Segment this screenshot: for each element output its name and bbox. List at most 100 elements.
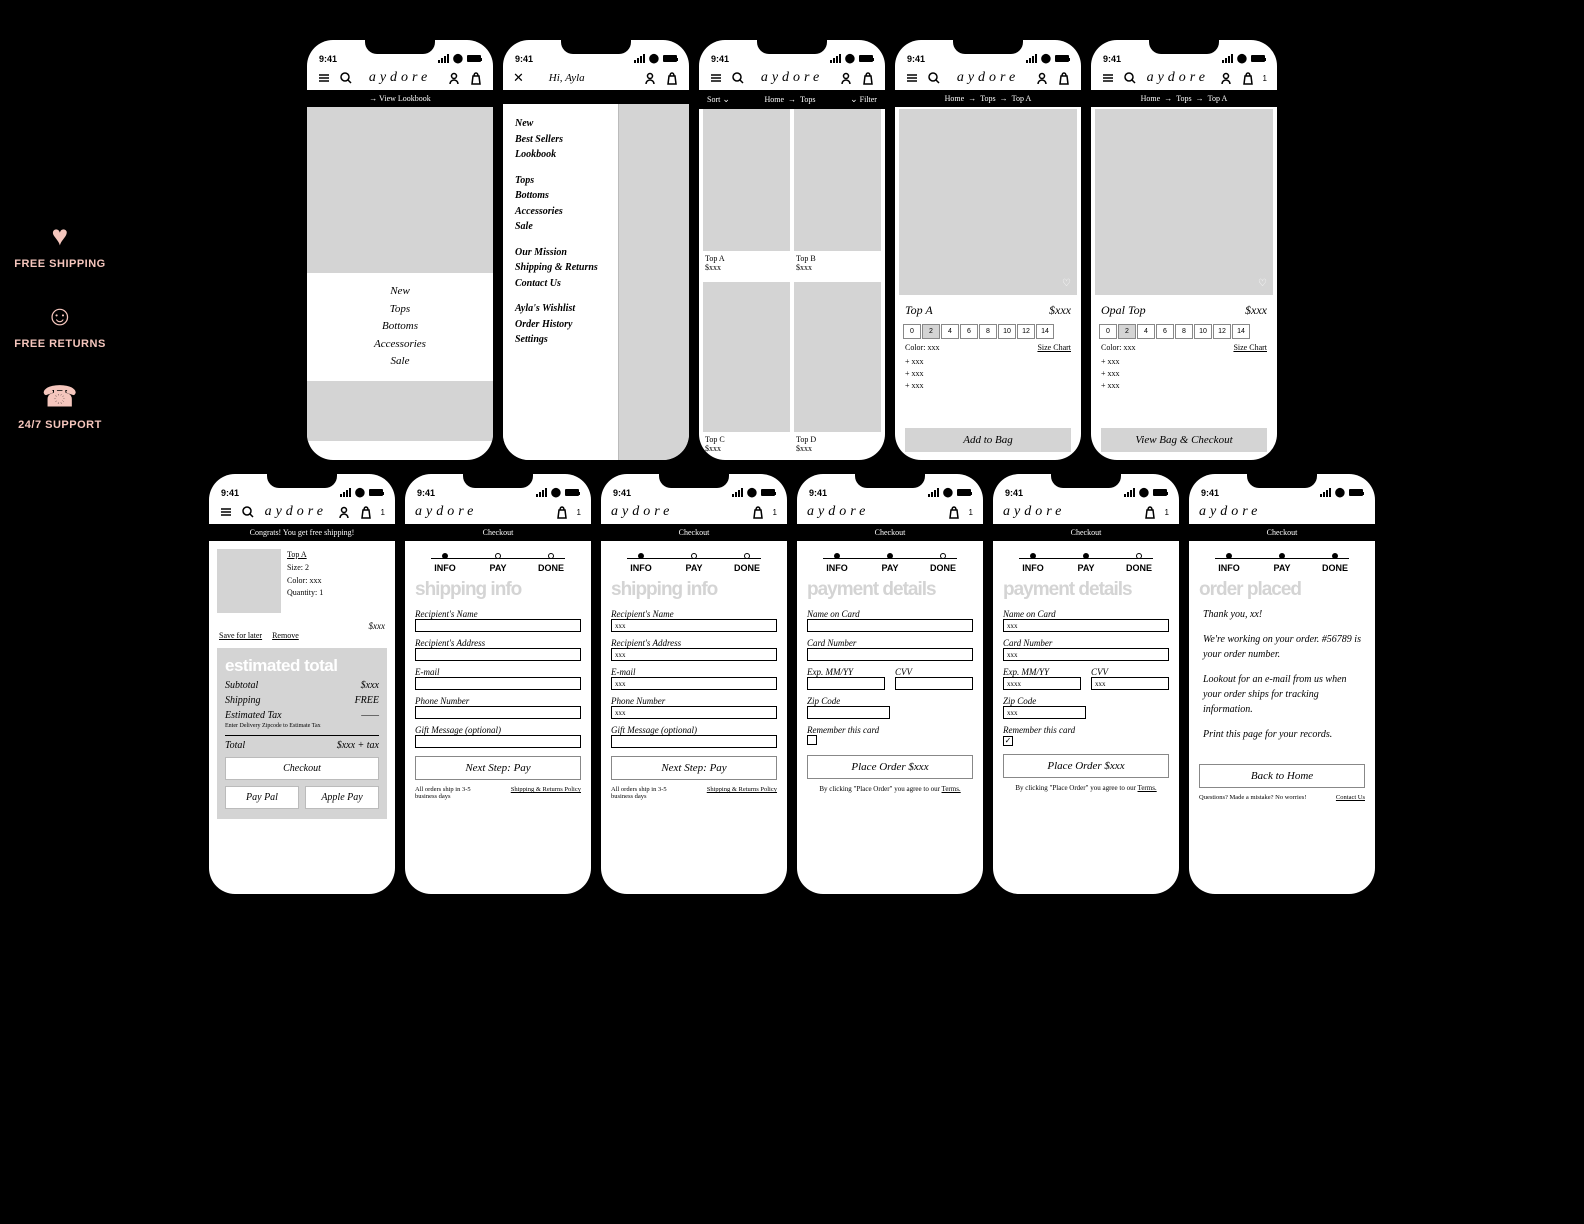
- card-number-input[interactable]: [807, 648, 973, 661]
- nav-link[interactable]: Tops: [515, 173, 606, 189]
- hamburger-icon[interactable]: [709, 71, 723, 85]
- search-icon[interactable]: [927, 71, 941, 85]
- nav-link[interactable]: Settings: [515, 332, 606, 348]
- size-option[interactable]: 6: [960, 324, 978, 339]
- bag-icon[interactable]: [469, 71, 483, 85]
- brand-logo[interactable]: aydore: [761, 70, 823, 86]
- close-icon[interactable]: ✕: [513, 70, 524, 86]
- bag-icon[interactable]: [1057, 71, 1071, 85]
- size-option[interactable]: 4: [941, 324, 959, 339]
- card-name-input[interactable]: xxx: [1003, 619, 1169, 632]
- nav-link[interactable]: Lookbook: [515, 147, 606, 163]
- lookbook-banner[interactable]: → View Lookbook: [307, 90, 493, 107]
- product-image[interactable]: ♡: [899, 109, 1077, 295]
- bag-icon[interactable]: [947, 505, 961, 519]
- next-step-button[interactable]: Next Step: Pay: [415, 756, 581, 780]
- nav-link[interactable]: Best Sellers: [515, 132, 606, 148]
- shipping-policy-link[interactable]: Shipping & Returns Policy: [707, 786, 777, 800]
- place-order-button[interactable]: Place Order $xxx: [1003, 754, 1169, 778]
- zip-input[interactable]: [807, 706, 890, 719]
- account-icon[interactable]: [643, 71, 657, 85]
- paypal-button[interactable]: Pay Pal: [225, 786, 299, 809]
- wishlist-icon[interactable]: ♡: [1258, 278, 1267, 289]
- search-icon[interactable]: [339, 71, 353, 85]
- view-bag-button[interactable]: View Bag & Checkout: [1101, 428, 1267, 452]
- nav-link[interactable]: Accessories: [515, 204, 606, 220]
- phone-input[interactable]: [415, 706, 581, 719]
- exp-input[interactable]: [807, 677, 885, 690]
- remember-checkbox[interactable]: ✓: [1003, 736, 1013, 746]
- brand-logo[interactable]: aydore: [369, 70, 431, 86]
- bag-icon[interactable]: [555, 505, 569, 519]
- cat-link[interactable]: Tops: [307, 301, 493, 319]
- search-icon[interactable]: [241, 505, 255, 519]
- product-image[interactable]: ♡: [1095, 109, 1273, 295]
- size-option[interactable]: 14: [1036, 324, 1054, 339]
- name-input[interactable]: [415, 619, 581, 632]
- product-image[interactable]: [794, 109, 881, 251]
- cat-link[interactable]: New: [307, 283, 493, 301]
- hamburger-icon[interactable]: [219, 505, 233, 519]
- name-input[interactable]: xxx: [611, 619, 777, 632]
- size-option[interactable]: 0: [903, 324, 921, 339]
- nav-link[interactable]: New: [515, 116, 606, 132]
- size-option[interactable]: 2: [922, 324, 940, 339]
- applepay-button[interactable]: Apple Pay: [305, 786, 379, 809]
- hamburger-icon[interactable]: [905, 71, 919, 85]
- remove-link[interactable]: Remove: [272, 631, 299, 640]
- size-option[interactable]: 10: [998, 324, 1016, 339]
- wishlist-icon[interactable]: ♡: [1062, 278, 1071, 289]
- zip-input[interactable]: xxx: [1003, 706, 1086, 719]
- cat-link[interactable]: Bottoms: [307, 318, 493, 336]
- account-icon[interactable]: [1219, 71, 1233, 85]
- search-icon[interactable]: [731, 71, 745, 85]
- bag-icon[interactable]: [359, 505, 373, 519]
- size-option[interactable]: 8: [979, 324, 997, 339]
- card-name-input[interactable]: [807, 619, 973, 632]
- back-home-button[interactable]: Back to Home: [1199, 764, 1365, 788]
- size-option[interactable]: 12: [1017, 324, 1035, 339]
- cvv-input[interactable]: xxx: [1091, 677, 1169, 690]
- nav-link[interactable]: Ayla's Wishlist: [515, 301, 606, 317]
- bag-icon[interactable]: [751, 505, 765, 519]
- place-order-button[interactable]: Place Order $xxx: [807, 755, 973, 779]
- search-icon[interactable]: [1123, 71, 1137, 85]
- hamburger-icon[interactable]: [317, 71, 331, 85]
- cart-item-name[interactable]: Top A: [287, 549, 387, 562]
- bag-icon[interactable]: [861, 71, 875, 85]
- nav-link[interactable]: Bottoms: [515, 188, 606, 204]
- contact-link[interactable]: Contact Us: [1336, 794, 1365, 801]
- save-later-link[interactable]: Save for later: [219, 631, 262, 640]
- email-input[interactable]: xxx: [611, 677, 777, 690]
- bag-icon[interactable]: [1143, 505, 1157, 519]
- remember-checkbox[interactable]: [807, 735, 817, 745]
- gift-input[interactable]: [415, 735, 581, 748]
- cvv-input[interactable]: [895, 677, 973, 690]
- gift-input[interactable]: [611, 735, 777, 748]
- product-image[interactable]: [703, 109, 790, 251]
- hamburger-icon[interactable]: [1101, 71, 1115, 85]
- terms-link[interactable]: Terms.: [1138, 784, 1157, 792]
- cat-link[interactable]: Accessories: [307, 336, 493, 354]
- shipping-policy-link[interactable]: Shipping & Returns Policy: [511, 786, 581, 800]
- phone-input[interactable]: xxx: [611, 706, 777, 719]
- product-image[interactable]: [703, 282, 790, 432]
- card-number-input[interactable]: xxx: [1003, 648, 1169, 661]
- email-input[interactable]: [415, 677, 581, 690]
- size-chart-link[interactable]: Size Chart: [1233, 343, 1267, 352]
- nav-link[interactable]: Contact Us: [515, 276, 606, 292]
- address-input[interactable]: [415, 648, 581, 661]
- bag-icon[interactable]: [1241, 71, 1255, 85]
- account-icon[interactable]: [839, 71, 853, 85]
- sort-button[interactable]: Sort: [707, 94, 730, 105]
- exp-input[interactable]: xxxx: [1003, 677, 1081, 690]
- address-input[interactable]: xxx: [611, 648, 777, 661]
- account-icon[interactable]: [1035, 71, 1049, 85]
- account-icon[interactable]: [337, 505, 351, 519]
- bag-icon[interactable]: [665, 71, 679, 85]
- next-step-button[interactable]: Next Step: Pay: [611, 756, 777, 780]
- nav-link[interactable]: Sale: [515, 219, 606, 235]
- cat-link[interactable]: Sale: [307, 353, 493, 371]
- checkout-button[interactable]: Checkout: [225, 757, 379, 780]
- nav-link[interactable]: Shipping & Returns: [515, 260, 606, 276]
